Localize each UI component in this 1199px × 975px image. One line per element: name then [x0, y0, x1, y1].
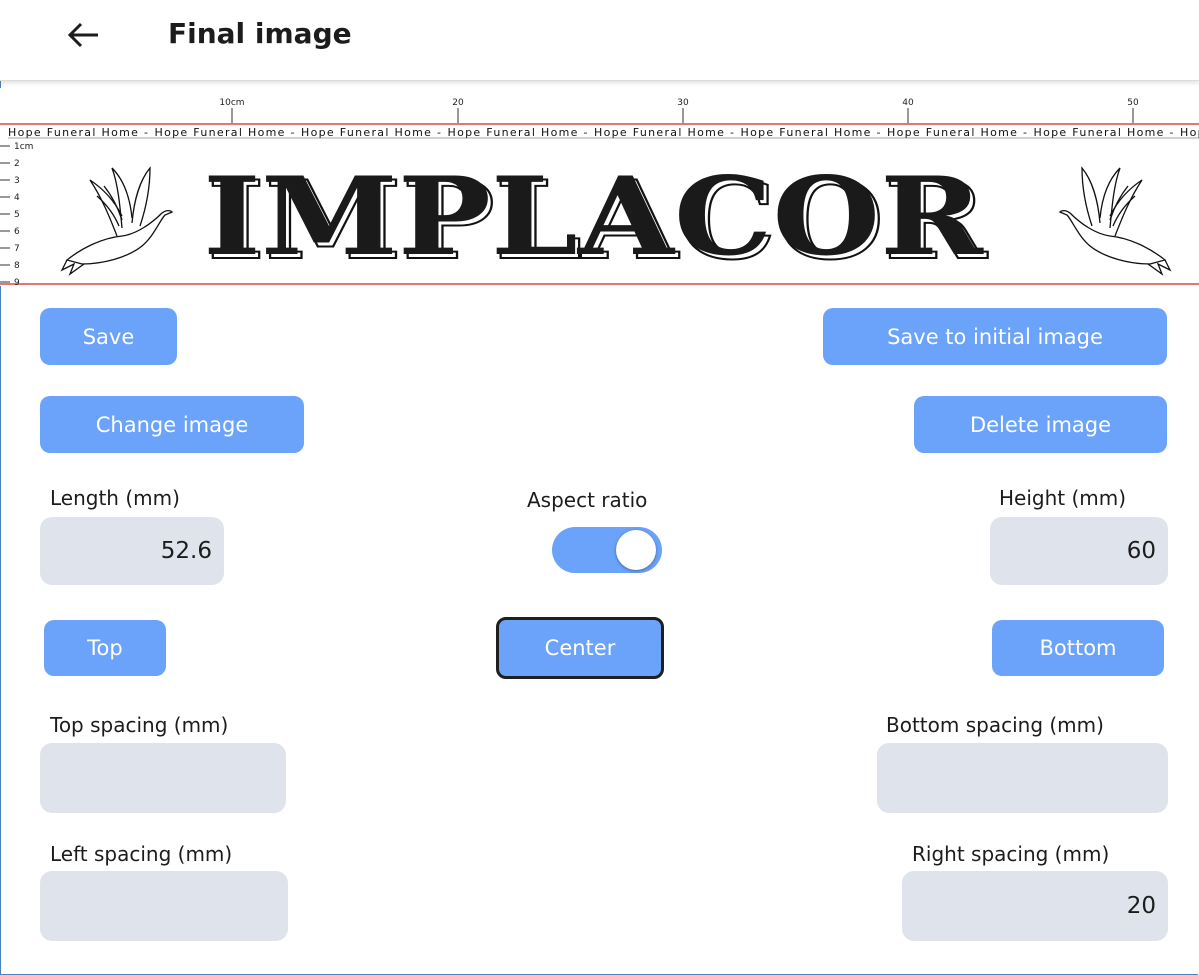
- align-top-button[interactable]: Top: [44, 620, 166, 676]
- right-spacing-input[interactable]: 20: [902, 871, 1168, 941]
- ruler-left-label: 7: [14, 244, 20, 254]
- ruler-left-label: 8: [14, 261, 20, 271]
- repeat-text: Hope Funeral Home -: [301, 126, 441, 139]
- preview-canvas: 10cm 20 30 40 50 Hope Funeral Home - Hope Fune…: [0, 98, 1199, 286]
- ruler-top-label: 10cm: [219, 98, 244, 108]
- page-title: Final image: [168, 17, 352, 50]
- left-spacing-input[interactable]: [40, 871, 288, 941]
- change-image-button[interactable]: Change image: [40, 396, 304, 453]
- repeat-text: Hope Funeral Home -: [594, 126, 734, 139]
- top-spacing-label: Top spacing (mm): [50, 713, 229, 737]
- repeat-text: Hope Funeral Home -: [887, 126, 1027, 139]
- height-input[interactable]: 60: [990, 517, 1168, 585]
- repeat-text: Hope Funeral Home -: [1180, 126, 1199, 139]
- dove-icon: [1058, 166, 1172, 276]
- align-center-button[interactable]: Center: [496, 617, 664, 679]
- arrow-left-icon[interactable]: [64, 18, 104, 54]
- ruler-left-label: 1cm: [14, 142, 33, 152]
- ruler-top-label: 30: [677, 98, 689, 108]
- toggle-knob: [616, 530, 656, 570]
- ruler-left-label: 4: [14, 193, 20, 203]
- app-bar: Final image: [0, 0, 1199, 81]
- ruler-left-label: 2: [14, 159, 20, 169]
- save-button[interactable]: Save: [40, 308, 177, 365]
- ruler-left-label: 5: [14, 210, 20, 220]
- ruler-left-label: 3: [14, 176, 20, 186]
- aspect-ratio-toggle[interactable]: [552, 527, 662, 573]
- headline-text: IMPLACOR: [203, 154, 984, 280]
- repeat-text: Hope Funeral Home -: [1034, 126, 1174, 139]
- repeat-text: Hope Funeral Home -: [155, 126, 295, 139]
- ruler-top-label: 20: [452, 98, 464, 108]
- image-preview: 10cm 20 30 40 50 Hope Funeral Home - Hope Fune…: [0, 88, 1199, 286]
- ruler-left-label: 6: [14, 227, 20, 237]
- repeat-text: Hope Funeral Home -: [741, 126, 881, 139]
- right-spacing-label: Right spacing (mm): [912, 842, 1110, 866]
- length-input[interactable]: 52.6: [40, 517, 224, 585]
- align-bottom-button[interactable]: Bottom: [992, 620, 1164, 676]
- ruler-left-label: 9: [14, 278, 20, 286]
- ruler-top-label: 50: [1127, 98, 1139, 108]
- repeat-text: Hope Funeral Home -: [8, 126, 148, 139]
- dove-icon: [60, 166, 174, 276]
- delete-image-button[interactable]: Delete image: [914, 396, 1167, 453]
- bottom-spacing-input[interactable]: [877, 743, 1168, 813]
- save-to-initial-image-button[interactable]: Save to initial image: [823, 308, 1167, 365]
- aspect-ratio-label: Aspect ratio: [527, 488, 648, 512]
- bottom-spacing-label: Bottom spacing (mm): [886, 713, 1104, 737]
- top-spacing-input[interactable]: [40, 743, 286, 813]
- repeat-text: Hope Funeral Home -: [448, 126, 588, 139]
- height-label: Height (mm): [999, 486, 1127, 510]
- left-spacing-label: Left spacing (mm): [50, 842, 233, 866]
- ruler-top-label: 40: [902, 98, 914, 108]
- length-label: Length (mm): [50, 486, 180, 510]
